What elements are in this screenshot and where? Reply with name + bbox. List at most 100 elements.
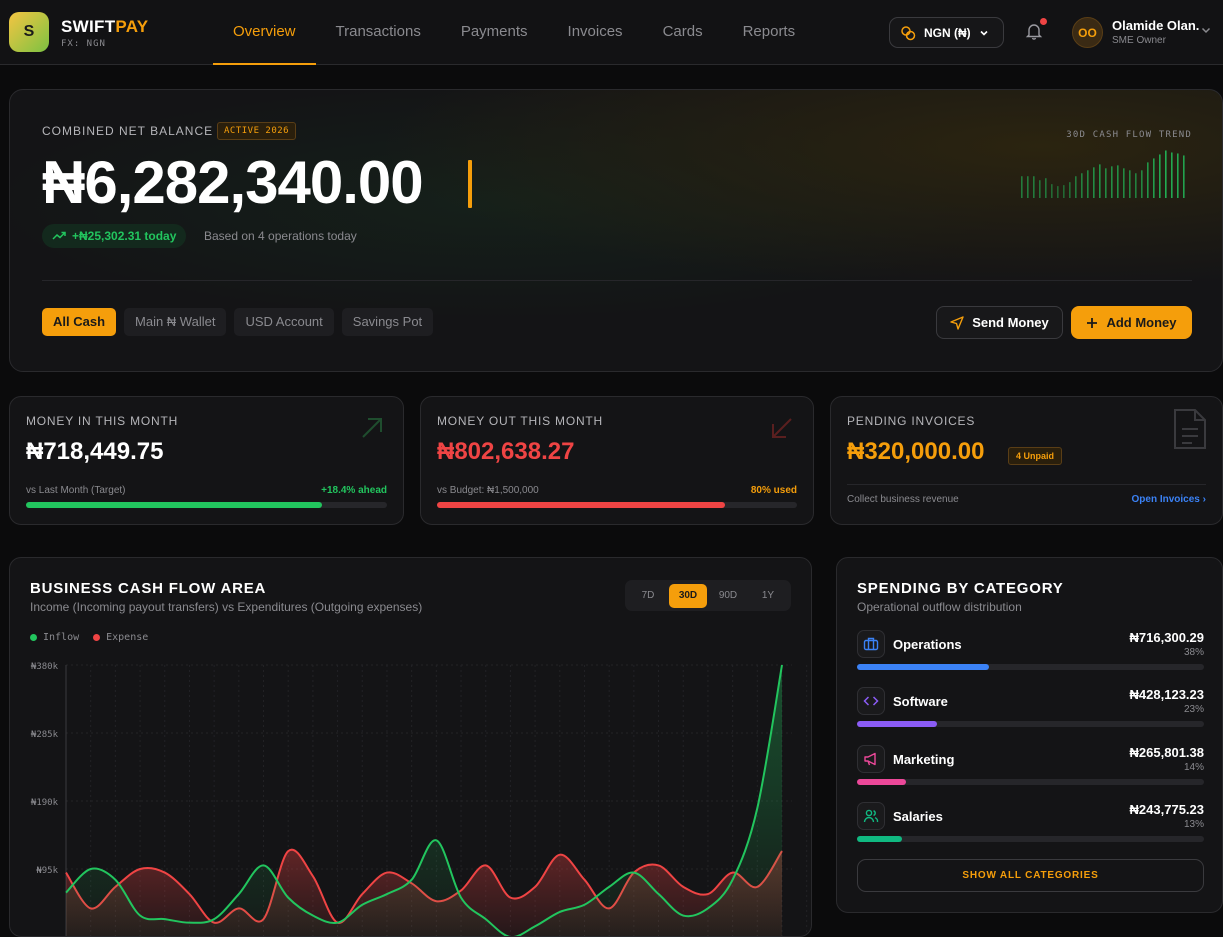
category-salaries[interactable]: Salaries ₦243,775.23 13% [857,802,1204,846]
code-icon [857,687,885,715]
megaphone-icon [857,745,885,773]
money-in-progress [26,502,387,508]
legend-inflow: Inflow [30,632,79,643]
cash-flow-chart: ₦380k ₦285k ₦190k ₦95k [31,662,808,936]
category-amount: ₦265,801.38 [1129,745,1204,760]
chevron-down-icon [980,30,988,36]
balance-amount: ₦6,282,340.00 [42,149,424,216]
avatar[interactable]: OO [1072,17,1103,48]
money-in-card: MONEY IN THIS MONTH ₦718,449.75 vs Last … [9,396,404,525]
filter-main-wallet[interactable]: Main ₦ Wallet [124,308,227,336]
spending-title: SPENDING BY CATEGORY [857,580,1064,597]
filter-usd-account[interactable]: USD Account [234,308,334,336]
cash-flow-panel: BUSINESS CASH FLOW AREA Income (Incoming… [9,557,812,937]
money-out-comparison: vs Budget: ₦1,500,000 [437,485,539,496]
user-role: SME Owner [1112,35,1166,46]
trend-bar [1141,170,1143,198]
brand-part-pay: PAY [115,17,149,36]
user-name[interactable]: Olamide Olan. [1112,18,1199,33]
nav-reports[interactable]: Reports [723,0,816,65]
chevron-right-icon: › [1202,494,1206,505]
add-money-label: Add Money [1106,315,1177,330]
filter-all-cash[interactable]: All Cash [42,308,117,336]
brand-name: SWIFTPAY [61,17,148,37]
trend-bar [1069,182,1071,198]
nav-overview[interactable]: Overview [213,0,316,65]
category-software[interactable]: Software ₦428,123.23 23% [857,687,1204,731]
trend-bar [1159,154,1161,198]
currency-selector[interactable]: NGN (₦) [889,17,1004,48]
category-bar [857,779,1204,785]
nav-invoices[interactable]: Invoices [548,0,643,65]
app-logo[interactable]: S [9,12,49,52]
trend-bar [1087,170,1089,198]
trend-bar [1183,155,1185,198]
y-tick-label: ₦95k [36,866,58,876]
money-out-budget-used: 80% used [750,485,797,496]
category-amount: ₦243,775.23 [1129,802,1204,817]
send-icon [950,315,964,330]
pending-invoices-note: Collect business revenue [847,494,959,505]
money-in-label: MONEY IN THIS MONTH [26,414,179,428]
trend-bar [1021,176,1023,198]
user-menu-chevron-icon[interactable] [1200,24,1212,36]
y-tick-label: ₦380k [31,662,59,672]
trend-bar [1075,176,1077,198]
today-change-text: +₦25,302.31 today [72,229,177,243]
operations-note: Based on 4 operations today [204,229,357,243]
category-name: Salaries [893,809,943,824]
notifications-button[interactable] [1024,18,1047,43]
card-divider [847,484,1206,485]
unpaid-badge: 4 Unpaid [1008,447,1063,465]
trend-sparkline [1021,150,1185,198]
notification-dot [1040,18,1047,25]
trend-bar [1123,168,1125,198]
filter-savings-pot[interactable]: Savings Pot [341,308,434,336]
account-filter: All Cash Main ₦ Wallet USD Account Savin… [42,308,434,336]
category-amount: ₦428,123.23 [1129,687,1204,702]
range-90d[interactable]: 90D [709,584,747,608]
trend-bar [1135,173,1137,198]
open-invoices-link[interactable]: Open Invoices › [1132,494,1206,505]
briefcase-icon [857,630,885,658]
range-30d[interactable]: 30D [669,583,707,608]
trend-bar [1045,178,1047,198]
nav-cards[interactable]: Cards [643,0,723,65]
open-invoices-label: Open Invoices [1131,494,1200,505]
trend-bar [1063,185,1065,198]
chart-legend: Inflow Expense [30,632,148,643]
pending-invoices-label: PENDING INVOICES [847,414,976,428]
money-out-progress [437,502,797,508]
today-change-badge: +₦25,302.31 today [42,224,187,248]
category-marketing[interactable]: Marketing ₦265,801.38 14% [857,745,1204,789]
trend-bar [1051,184,1053,198]
category-operations[interactable]: Operations ₦716,300.29 38% [857,630,1204,674]
trend-bar [1081,173,1083,198]
trend-bar [1171,152,1173,198]
category-percent: 23% [1183,704,1204,715]
range-1y[interactable]: 1Y [749,584,787,608]
nav-payments[interactable]: Payments [441,0,548,65]
category-percent: 38% [1183,647,1204,658]
category-bar-fill [857,779,906,785]
legend-expense-swatch [93,634,101,641]
y-tick-label: ₦285k [31,730,59,740]
range-selector: 7D 30D 90D 1Y [625,580,791,611]
category-bar-fill [857,721,937,727]
range-7d[interactable]: 7D [629,584,667,608]
category-bar-fill [857,836,903,842]
money-out-value: ₦802,638.27 [437,438,575,465]
category-bar [857,721,1204,727]
category-bar [857,836,1204,842]
spending-subtitle: Operational outflow distribution [857,600,1022,614]
pending-invoices-value: ₦320,000.00 [847,438,985,465]
send-money-button[interactable]: Send Money [936,306,1063,339]
add-money-button[interactable]: Add Money [1071,306,1192,339]
trend-bar [1147,162,1149,198]
show-all-categories-button[interactable]: SHOW ALL CATEGORIES [857,859,1204,892]
send-money-label: Send Money [972,315,1049,330]
top-header: S SWIFTPAY FX: NGN Overview Transactions… [0,0,1223,65]
trend-bar [1177,153,1179,198]
nav-transactions[interactable]: Transactions [316,0,441,65]
trend-bar [1117,165,1119,198]
